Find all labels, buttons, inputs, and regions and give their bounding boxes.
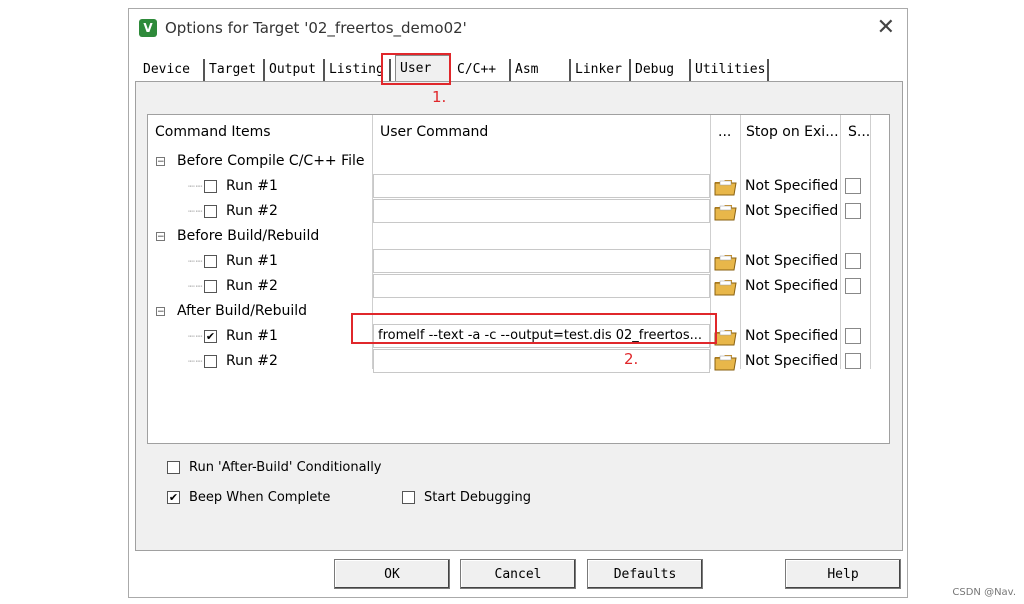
tab-user[interactable]: User bbox=[395, 55, 451, 83]
user-tab-panel: Command Items User Command ... Stop on E… bbox=[135, 81, 903, 551]
run-label: Run #2 bbox=[226, 278, 278, 294]
col-header-browse[interactable]: ... bbox=[718, 115, 731, 149]
stop-on-exit-value[interactable]: Not Specified bbox=[745, 174, 838, 199]
tab-listing[interactable]: Listing bbox=[325, 59, 391, 81]
user-command-field[interactable] bbox=[373, 274, 710, 298]
browse-folder-icon[interactable] bbox=[714, 352, 738, 372]
run-row[interactable]: ┈┈ Run #1 Not Specified bbox=[148, 174, 889, 199]
group-label: Before Build/Rebuild bbox=[177, 228, 320, 244]
s-checkbox[interactable] bbox=[845, 353, 861, 369]
run-checkbox[interactable] bbox=[204, 255, 217, 268]
group-label: After Build/Rebuild bbox=[177, 303, 308, 319]
s-checkbox[interactable] bbox=[845, 203, 861, 219]
run-label: Run #2 bbox=[226, 353, 278, 369]
watermark: CSDN @Nav. bbox=[952, 587, 1016, 598]
group-label: Before Compile C/C++ File bbox=[177, 153, 365, 169]
run-checkbox[interactable] bbox=[204, 205, 217, 218]
browse-folder-icon[interactable] bbox=[714, 277, 738, 297]
tab-target[interactable]: Target bbox=[205, 59, 265, 81]
browse-folder-icon[interactable] bbox=[714, 177, 738, 197]
collapse-icon[interactable]: − bbox=[156, 232, 165, 242]
tab-linker[interactable]: Linker bbox=[571, 59, 631, 81]
start-debugging-label: Start Debugging bbox=[424, 490, 531, 505]
run-checkbox[interactable]: ✔ bbox=[204, 330, 217, 343]
stop-on-exit-value[interactable]: Not Specified bbox=[745, 249, 838, 274]
tab-utilities[interactable]: Utilities bbox=[691, 59, 769, 81]
s-checkbox[interactable] bbox=[845, 328, 861, 344]
browse-folder-icon[interactable] bbox=[714, 252, 738, 272]
run-after-build-label: Run 'After-Build' Conditionally bbox=[189, 460, 382, 475]
tree-connector: ┈┈ bbox=[188, 180, 204, 193]
stop-on-exit-value[interactable]: Not Specified bbox=[745, 199, 838, 224]
col-header-stop-on-exit[interactable]: Stop on Exi... bbox=[746, 115, 839, 149]
user-command-field[interactable] bbox=[373, 349, 710, 373]
user-command-field[interactable]: fromelf --text -a -c --output=test.dis 0… bbox=[373, 324, 710, 348]
collapse-icon[interactable]: − bbox=[156, 307, 165, 317]
run-label: Run #1 bbox=[226, 178, 278, 194]
annotation-number-2: 2. bbox=[624, 350, 639, 368]
user-commands-grid: Command Items User Command ... Stop on E… bbox=[147, 114, 890, 444]
dialog-title: Options for Target '02_freertos_demo02' bbox=[165, 19, 467, 37]
run-after-build-option[interactable]: Run 'After-Build' Conditionally bbox=[167, 460, 382, 475]
browse-folder-icon[interactable] bbox=[714, 202, 738, 222]
stop-on-exit-value[interactable]: Not Specified bbox=[745, 274, 838, 299]
cancel-button[interactable]: Cancel bbox=[460, 559, 576, 589]
run-checkbox[interactable] bbox=[204, 355, 217, 368]
beep-label: Beep When Complete bbox=[189, 490, 331, 505]
tab-output[interactable]: Output bbox=[265, 59, 325, 81]
options-dialog: V Options for Target '02_freertos_demo02… bbox=[128, 8, 908, 598]
tab-asm[interactable]: Asm bbox=[511, 59, 571, 81]
run-row[interactable]: ┈┈ ✔ Run #1 fromelf --text -a -c --outpu… bbox=[148, 324, 889, 349]
defaults-button[interactable]: Defaults bbox=[587, 559, 703, 589]
run-row[interactable]: ┈┈ Run #1 Not Specified bbox=[148, 249, 889, 274]
tab-c-cpp[interactable]: C/C++ bbox=[453, 59, 511, 81]
user-command-field[interactable] bbox=[373, 174, 710, 198]
tree-group-row[interactable]: − Before Build/Rebuild bbox=[148, 224, 889, 249]
run-row[interactable]: ┈┈ Run #2 Not Specified bbox=[148, 349, 889, 374]
run-label: Run #2 bbox=[226, 203, 278, 219]
s-checkbox[interactable] bbox=[845, 253, 861, 269]
beep-checkbox[interactable]: ✔ bbox=[167, 491, 180, 504]
user-command-field[interactable] bbox=[373, 199, 710, 223]
s-checkbox[interactable] bbox=[845, 178, 861, 194]
run-row[interactable]: ┈┈ Run #2 Not Specified bbox=[148, 199, 889, 224]
tree-connector: ┈┈ bbox=[188, 330, 204, 343]
user-command-field[interactable] bbox=[373, 249, 710, 273]
ok-button[interactable]: OK bbox=[334, 559, 450, 589]
tree-connector: ┈┈ bbox=[188, 255, 204, 268]
annotation-number-1: 1. bbox=[432, 88, 447, 106]
browse-folder-icon[interactable] bbox=[714, 327, 738, 347]
help-button[interactable]: Help bbox=[785, 559, 901, 589]
tab-debug[interactable]: Debug bbox=[631, 59, 691, 81]
tree-group-row[interactable]: − Before Compile C/C++ File bbox=[148, 149, 889, 174]
beep-option[interactable]: ✔ Beep When Complete bbox=[167, 490, 330, 505]
close-icon[interactable]: ✕ bbox=[877, 15, 895, 40]
tree-connector: ┈┈ bbox=[188, 280, 204, 293]
tree-connector: ┈┈ bbox=[188, 205, 204, 218]
stop-on-exit-value[interactable]: Not Specified bbox=[745, 349, 838, 374]
start-debugging-option[interactable]: Start Debugging bbox=[402, 490, 531, 505]
tab-device[interactable]: Device bbox=[139, 59, 205, 81]
tree-connector: ┈┈ bbox=[188, 355, 204, 368]
title-bar: V Options for Target '02_freertos_demo02… bbox=[129, 9, 907, 49]
tree-group-row[interactable]: − After Build/Rebuild bbox=[148, 299, 889, 324]
run-after-build-checkbox[interactable] bbox=[167, 461, 180, 474]
collapse-icon[interactable]: − bbox=[156, 157, 165, 167]
run-checkbox[interactable] bbox=[204, 280, 217, 293]
keil-app-icon: V bbox=[139, 19, 157, 37]
col-header-user-command[interactable]: User Command bbox=[380, 115, 488, 149]
stop-on-exit-value[interactable]: Not Specified bbox=[745, 324, 838, 349]
col-header-s[interactable]: S... bbox=[848, 115, 870, 149]
start-debugging-checkbox[interactable] bbox=[402, 491, 415, 504]
s-checkbox[interactable] bbox=[845, 278, 861, 294]
run-checkbox[interactable] bbox=[204, 180, 217, 193]
run-label: Run #1 bbox=[226, 328, 278, 344]
col-header-command-items[interactable]: Command Items bbox=[155, 115, 271, 149]
run-label: Run #1 bbox=[226, 253, 278, 269]
run-row[interactable]: ┈┈ Run #2 Not Specified bbox=[148, 274, 889, 299]
